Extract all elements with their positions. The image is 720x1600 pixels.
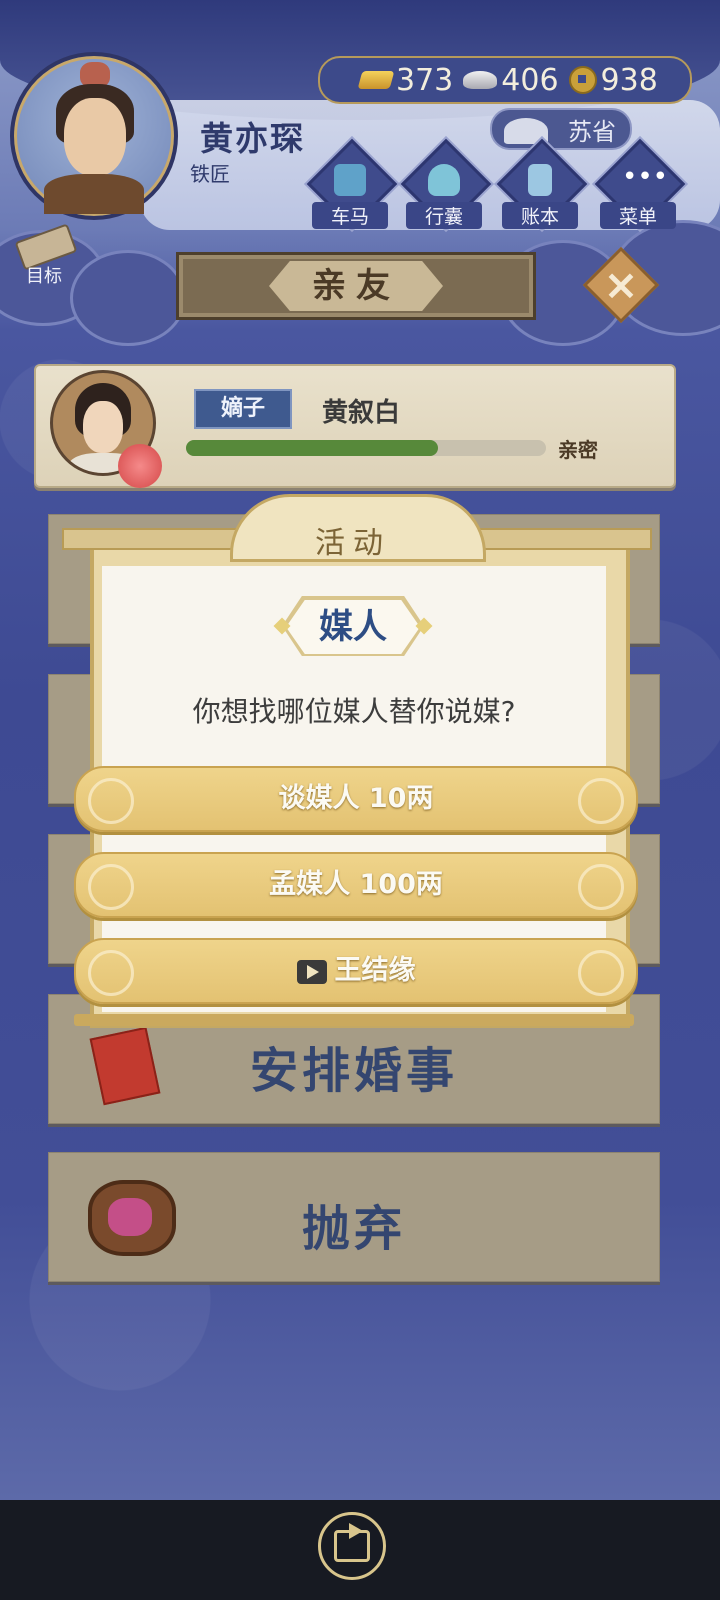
share-button[interactable]: [318, 1512, 386, 1580]
silver-ingot-icon: [463, 71, 498, 89]
matchmaker-meng-button[interactable]: 孟媒人 100两: [74, 852, 638, 918]
matchmaker-tan-button[interactable]: 谈媒人 10两: [74, 766, 638, 832]
menu-carriage-button[interactable]: 车马: [306, 138, 398, 230]
page-title: 亲友: [312, 266, 400, 306]
copper-currency: 938: [568, 62, 658, 98]
player-name: 黄亦琛: [200, 119, 305, 158]
copper-coin-icon: [568, 66, 597, 94]
gold-ingot-icon: [357, 71, 395, 89]
child-rank-badge: 嫡子: [194, 389, 292, 429]
matchmaker-wang-label: 王结缘: [334, 955, 416, 986]
dialog-subtitle: 媒人: [319, 607, 387, 647]
menu-more-button[interactable]: ••• 菜单: [594, 138, 686, 230]
matchmaker-wang-button[interactable]: 王结缘: [74, 938, 638, 1004]
close-icon[interactable]: ×: [594, 258, 648, 312]
silver-currency: 406: [463, 62, 559, 98]
gold-currency: 373: [357, 62, 454, 98]
page-title-banner: 亲友: [176, 252, 536, 320]
more-icon: •••: [622, 162, 669, 192]
matchmaker-meng-label: 孟媒人 100两: [269, 869, 443, 900]
video-play-icon: [296, 959, 327, 984]
dialog-bottom-rail: [74, 1014, 634, 1026]
gold-value: 373: [396, 62, 454, 98]
cradle-icon: [88, 1180, 176, 1256]
dialog-title: 活动: [315, 526, 391, 561]
silver-value: 406: [501, 62, 559, 98]
menu-carriage-label: 车马: [312, 202, 388, 229]
share-icon: [334, 1523, 370, 1562]
matchmaker-tan-label: 谈媒人 10两: [278, 783, 434, 814]
intimacy-bar-fill: [186, 440, 438, 456]
intimacy-label: 亲密: [558, 438, 598, 462]
umbrella-icon: [118, 444, 162, 488]
location-button[interactable]: 苏省: [490, 108, 632, 150]
ledger-icon: [528, 164, 552, 196]
menu-more-label: 菜单: [600, 202, 676, 229]
currency-bar: 373 406 938: [318, 56, 692, 104]
copper-value: 938: [600, 62, 658, 98]
child-name: 黄叙白: [322, 398, 401, 428]
menu-bag-button[interactable]: 行囊: [400, 138, 492, 230]
player-avatar[interactable]: [10, 52, 178, 220]
dialog-question: 你想找哪位媒人替你说媒?: [192, 695, 516, 728]
goal-button[interactable]: 目标: [12, 223, 82, 288]
menu-bag-label: 行囊: [406, 202, 482, 229]
player-job: 铁匠: [190, 162, 230, 186]
menu-ledger-button[interactable]: 账本: [496, 138, 588, 230]
menu-ledger-label: 账本: [502, 202, 578, 229]
location-label: 苏省: [568, 117, 616, 146]
bag-icon: [428, 164, 460, 196]
matchmaker-heading: 媒人: [273, 596, 433, 656]
goal-label: 目标: [26, 266, 62, 287]
carriage-icon: [334, 164, 366, 196]
